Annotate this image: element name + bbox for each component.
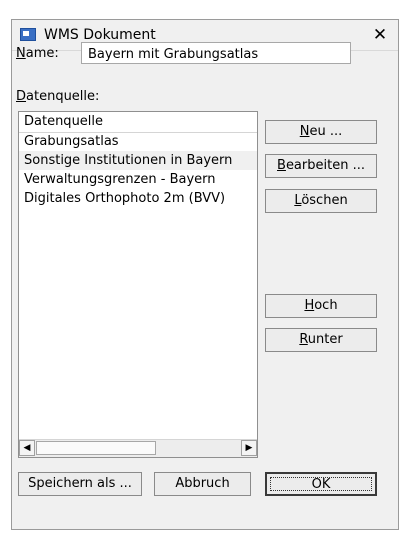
datenquelle-label: Datenquelle: (16, 89, 99, 104)
scroll-left-icon[interactable]: ◀ (19, 440, 35, 456)
scroll-right-icon[interactable]: ▶ (241, 440, 257, 456)
ok-button[interactable]: OK (265, 472, 377, 496)
bearbeiten-button-rest: earbeiten ... (285, 158, 365, 173)
ok-button-label: OK (270, 477, 372, 492)
speichern-als-button[interactable]: Speichern als ... (18, 472, 142, 496)
hoch-button[interactable]: Hoch (265, 294, 377, 318)
hoch-button-accel: H (304, 298, 315, 313)
name-label-rest: ame: (25, 46, 59, 61)
name-label: Name: (16, 46, 59, 61)
loeschen-button-rest: öschen (301, 193, 348, 208)
name-input[interactable] (81, 42, 351, 64)
close-icon[interactable]: ✕ (369, 25, 391, 45)
runter-button[interactable]: Runter (265, 328, 377, 352)
abbruch-button[interactable]: Abbruch (154, 472, 251, 496)
list-item[interactable]: Verwaltungsgrenzen - Bayern (19, 170, 257, 189)
bearbeiten-button-accel: B (277, 158, 286, 173)
list-item-selected[interactable]: Sonstige Institutionen in Bayern (19, 151, 257, 170)
datenquelle-list[interactable]: Datenquelle Grabungsatlas Sonstige Insti… (18, 111, 258, 458)
neu-button-accel: N (299, 124, 310, 139)
list-item[interactable]: Digitales Orthophoto 2m (BVV) (19, 189, 257, 208)
runter-button-accel: R (299, 332, 308, 347)
neu-button[interactable]: Neu ... (265, 120, 377, 144)
scrollbar-thumb[interactable] (36, 441, 156, 455)
datenquelle-label-accel: D (16, 89, 27, 104)
hoch-button-rest: och (314, 298, 338, 313)
window-app-icon (20, 28, 36, 41)
datenquelle-label-rest: atenquelle: (26, 89, 100, 104)
loeschen-button[interactable]: Löschen (265, 189, 377, 213)
list-item[interactable]: Grabungsatlas (19, 132, 257, 151)
name-label-accel: N (16, 46, 26, 61)
column-header-datenquelle[interactable]: Datenquelle (19, 112, 257, 133)
bearbeiten-button[interactable]: Bearbeiten ... (265, 154, 377, 178)
list-rows: Grabungsatlas Sonstige Institutionen in … (19, 132, 257, 208)
runter-button-rest: unter (307, 332, 343, 347)
neu-button-rest: eu ... (309, 124, 343, 139)
horizontal-scrollbar[interactable]: ◀ ▶ (19, 439, 257, 457)
